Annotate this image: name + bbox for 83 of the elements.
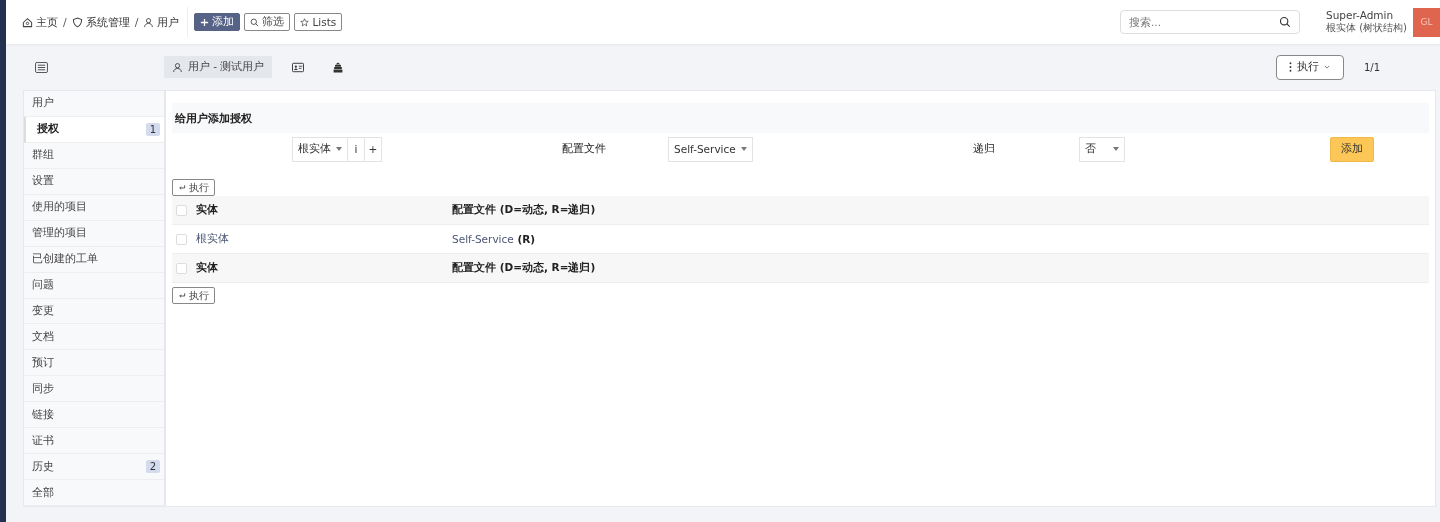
column-header[interactable]: 配置文件 (D=动态, R=递归)	[452, 261, 596, 275]
sidebar-item[interactable]: 预订	[24, 350, 164, 377]
profile-dropdown[interactable]: Self-Service	[668, 136, 753, 162]
mass-action-button[interactable]: 执行	[172, 179, 215, 196]
pager-count: 1/1	[1363, 61, 1380, 73]
sidebar-item-label: 同步	[32, 381, 54, 396]
sidebar-item[interactable]: 同步	[24, 376, 164, 403]
checkbox[interactable]	[176, 204, 187, 216]
entity-link[interactable]: 根实体	[196, 232, 229, 244]
sidebar-item-label: 群组	[32, 148, 54, 163]
sidebar-item-label: 全部	[32, 485, 54, 500]
building-icon	[332, 61, 345, 73]
checkbox[interactable]	[176, 233, 187, 245]
sidebar-item-label: 链接	[32, 407, 54, 422]
sidebar-item-label: 已创建的工单	[32, 252, 98, 267]
user-name[interactable]: Super-Admin	[1326, 9, 1407, 21]
sidebar-item[interactable]: 证书	[24, 428, 164, 455]
mass-action-button[interactable]: 执行	[172, 287, 215, 304]
breadcrumb-separator: /	[134, 15, 139, 29]
user-icon	[143, 16, 155, 28]
actions-button[interactable]: 执行	[1275, 54, 1344, 80]
column-header[interactable]: 配置文件 (D=动态, R=递归)	[452, 203, 596, 217]
form-title: 给用户添加授权	[172, 103, 1429, 133]
sidebar-item[interactable]: 授权 1	[24, 116, 164, 143]
sidebar-item[interactable]: 文档	[24, 324, 164, 351]
toolbar-button[interactable]: 筛选	[244, 13, 291, 31]
user-icon	[172, 61, 183, 73]
sidebar-item-label: 预订	[32, 355, 54, 370]
column-header[interactable]: 实体	[196, 261, 452, 275]
breadcrumb-link[interactable]: 系统管理	[71, 14, 130, 30]
sidebar-item-label: 用户	[32, 96, 54, 111]
sidebar-item[interactable]: 全部	[24, 480, 164, 506]
breadcrumb-link[interactable]: 用户	[143, 14, 180, 30]
id-card-icon	[292, 61, 305, 73]
sidebar-item-label: 问题	[32, 278, 54, 293]
search-icon	[1279, 16, 1291, 28]
star-icon	[300, 17, 310, 27]
sidebar-item[interactable]: 变更	[24, 298, 164, 325]
sidebar-item-label: 管理的项目	[32, 226, 87, 241]
sidebar-item[interactable]: 问题	[24, 272, 164, 299]
sidebar-item-label: 变更	[32, 303, 54, 318]
kebab-icon	[1289, 62, 1293, 72]
add-button[interactable]: 添加	[1329, 136, 1374, 162]
user-entity[interactable]: 根实体 (树状结构)	[1326, 21, 1407, 35]
field-label: 配置文件	[562, 142, 606, 156]
arrow-icon	[178, 291, 186, 300]
sidebar-item[interactable]: 管理的项目	[24, 220, 164, 247]
sidebar-item[interactable]: 历史 2	[24, 454, 164, 481]
sidebar-item-label: 历史	[32, 459, 54, 474]
plus-icon	[200, 17, 210, 27]
sidebar-item[interactable]: 链接	[24, 402, 164, 429]
info-button[interactable]: i	[348, 136, 365, 162]
field-label: 递归	[972, 142, 995, 156]
add-entity-button[interactable]: +	[365, 136, 382, 162]
recursive-dropdown[interactable]: 否	[1078, 136, 1125, 162]
entity-dropdown[interactable]: 根实体	[292, 136, 348, 162]
toolbar-button[interactable]: Lists	[294, 13, 343, 31]
column-header[interactable]: 实体	[196, 203, 452, 217]
count-badge: 1	[145, 122, 160, 136]
sidebar-item-label: 使用的项目	[32, 200, 87, 215]
checkbox[interactable]	[176, 262, 187, 274]
shield-icon	[71, 16, 83, 28]
count-badge: 2	[145, 460, 160, 474]
list-icon[interactable]	[35, 61, 48, 73]
breadcrumb-separator: /	[63, 15, 67, 29]
toolbar-button[interactable]: 添加	[194, 13, 241, 31]
tab[interactable]: 用户 - 测试用户	[164, 56, 273, 78]
home-icon	[22, 16, 33, 28]
sidebar-item[interactable]: 群组	[24, 142, 164, 169]
sidebar-item-label: 证书	[32, 433, 54, 448]
sidebar-item[interactable]: 用户	[24, 91, 164, 117]
arrow-icon	[178, 183, 186, 192]
sidebar-item-label: 文档	[32, 329, 54, 344]
search-field[interactable]: 搜索...	[1120, 10, 1300, 34]
search-icon	[250, 17, 260, 27]
sidebar-item-label: 设置	[32, 174, 54, 189]
breadcrumb-link[interactable]: 主页	[22, 14, 58, 30]
sidebar-item-label: 授权	[37, 122, 59, 137]
sidebar-item[interactable]: 已创建的工单	[24, 246, 164, 273]
table-cell: Self-Service (R)	[452, 233, 536, 245]
sidebar-item[interactable]: 设置	[24, 168, 164, 195]
chevron-icon	[1324, 65, 1331, 69]
sidebar-item[interactable]: 使用的项目	[24, 194, 164, 221]
